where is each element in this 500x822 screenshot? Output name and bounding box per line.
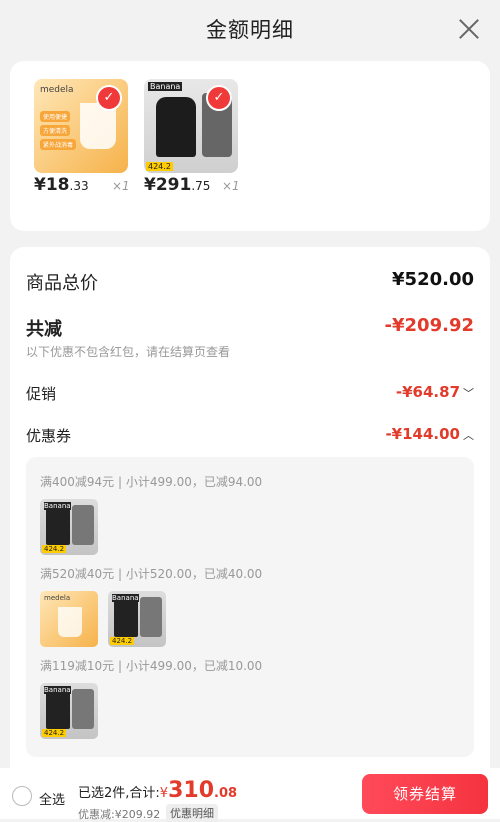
- total-amount: 310: [168, 778, 215, 803]
- promo-label: 促销: [26, 385, 57, 403]
- product-item[interactable]: Banana 424.2 ✓: [144, 79, 238, 173]
- product-brand: medela: [40, 85, 74, 95]
- product-price: ¥291.75: [144, 175, 211, 195]
- promo-value[interactable]: -¥64.87 ﹀: [396, 383, 474, 401]
- products-card: medela 使用便捷 方便清洗 紧外战消毒 ✓ ¥18.33 ×1 Banan…: [10, 61, 490, 231]
- product-tag: 424.2: [146, 162, 173, 171]
- product-price: ¥18.33: [34, 175, 89, 195]
- chevron-down-icon: ﹀: [463, 387, 474, 400]
- coupon-rule: 满119减10元 | 小计499.00，已减10.00: [40, 659, 263, 673]
- product-bullet: 方便清洗: [40, 125, 71, 136]
- promo-row[interactable]: 促销 -¥64.87 ﹀: [26, 383, 474, 404]
- goods-total-value: ¥520.00: [392, 269, 474, 290]
- product-bullet: 使用便捷: [40, 111, 71, 122]
- coupon-detail-panel: 满400减94元 | 小计499.00，已减94.00 424.2 Banana …: [26, 457, 474, 757]
- discount-note: 以下优惠不包含红包，请在结算页查看: [26, 345, 231, 359]
- coupon-product-thumbnail: 424.2 Banana: [40, 683, 98, 739]
- total-currency: ¥: [159, 786, 169, 801]
- total-discount-value: -¥209.92: [384, 315, 474, 336]
- coupon-rule: 满400减94元 | 小计499.00，已减94.00: [40, 475, 263, 489]
- coupon-product-thumbnail: 424.2 Banana: [108, 591, 166, 647]
- product-image: [156, 97, 196, 157]
- close-icon[interactable]: [458, 18, 480, 40]
- product-bullet: 紧外战消毒: [40, 139, 77, 150]
- product-brand: Banana: [148, 82, 183, 91]
- select-all-radio[interactable]: [12, 786, 32, 806]
- checkout-button[interactable]: 领券结算: [362, 774, 488, 814]
- discount-detail-tag[interactable]: 优惠明细: [166, 804, 218, 822]
- checkout-bar: 全选 已选2件,合计:¥310.08 优惠减:¥209.92 优惠明细 领券结算: [0, 768, 500, 822]
- coupon-row[interactable]: 优惠券 -¥144.00 ︿: [26, 425, 474, 446]
- select-all-label[interactable]: 全选: [39, 789, 65, 808]
- chevron-up-icon: ︿: [463, 429, 474, 442]
- product-qty: ×1: [112, 179, 130, 193]
- checked-icon[interactable]: ✓: [206, 85, 232, 111]
- coupon-value[interactable]: -¥144.00 ︿: [385, 425, 474, 443]
- coupon-product-thumbnail: 424.2 Banana: [40, 499, 98, 555]
- product-thumbnail[interactable]: Banana 424.2 ✓: [144, 79, 238, 173]
- discount-summary: 优惠减:¥209.92: [78, 808, 161, 821]
- coupon-product-thumbnail: medela: [40, 591, 98, 647]
- header: 金额明细: [0, 0, 500, 60]
- coupon-rule: 满520减40元 | 小计520.00，已减40.00: [40, 567, 263, 581]
- product-qty: ×1: [222, 179, 240, 193]
- checked-icon[interactable]: ✓: [96, 85, 122, 111]
- coupon-label: 优惠券: [26, 427, 72, 445]
- product-item[interactable]: medela 使用便捷 方便清洗 紧外战消毒 ✓: [34, 79, 128, 173]
- selected-text: 已选2件,合计:: [78, 786, 160, 801]
- total-discount-row: 共减 -¥209.92: [26, 315, 474, 341]
- total-decimal: .08: [214, 786, 238, 801]
- summary-card: 商品总价 ¥520.00 共减 -¥209.92 以下优惠不包含红包，请在结算页…: [10, 247, 490, 787]
- total-line: 已选2件,合计:¥310.08: [78, 778, 237, 803]
- page-title: 金额明细: [206, 18, 294, 42]
- product-thumbnail[interactable]: medela 使用便捷 方便清洗 紧外战消毒 ✓: [34, 79, 128, 173]
- goods-total-row: 商品总价 ¥520.00: [26, 269, 474, 295]
- total-discount-label: 共减: [26, 319, 62, 340]
- goods-total-label: 商品总价: [26, 273, 98, 294]
